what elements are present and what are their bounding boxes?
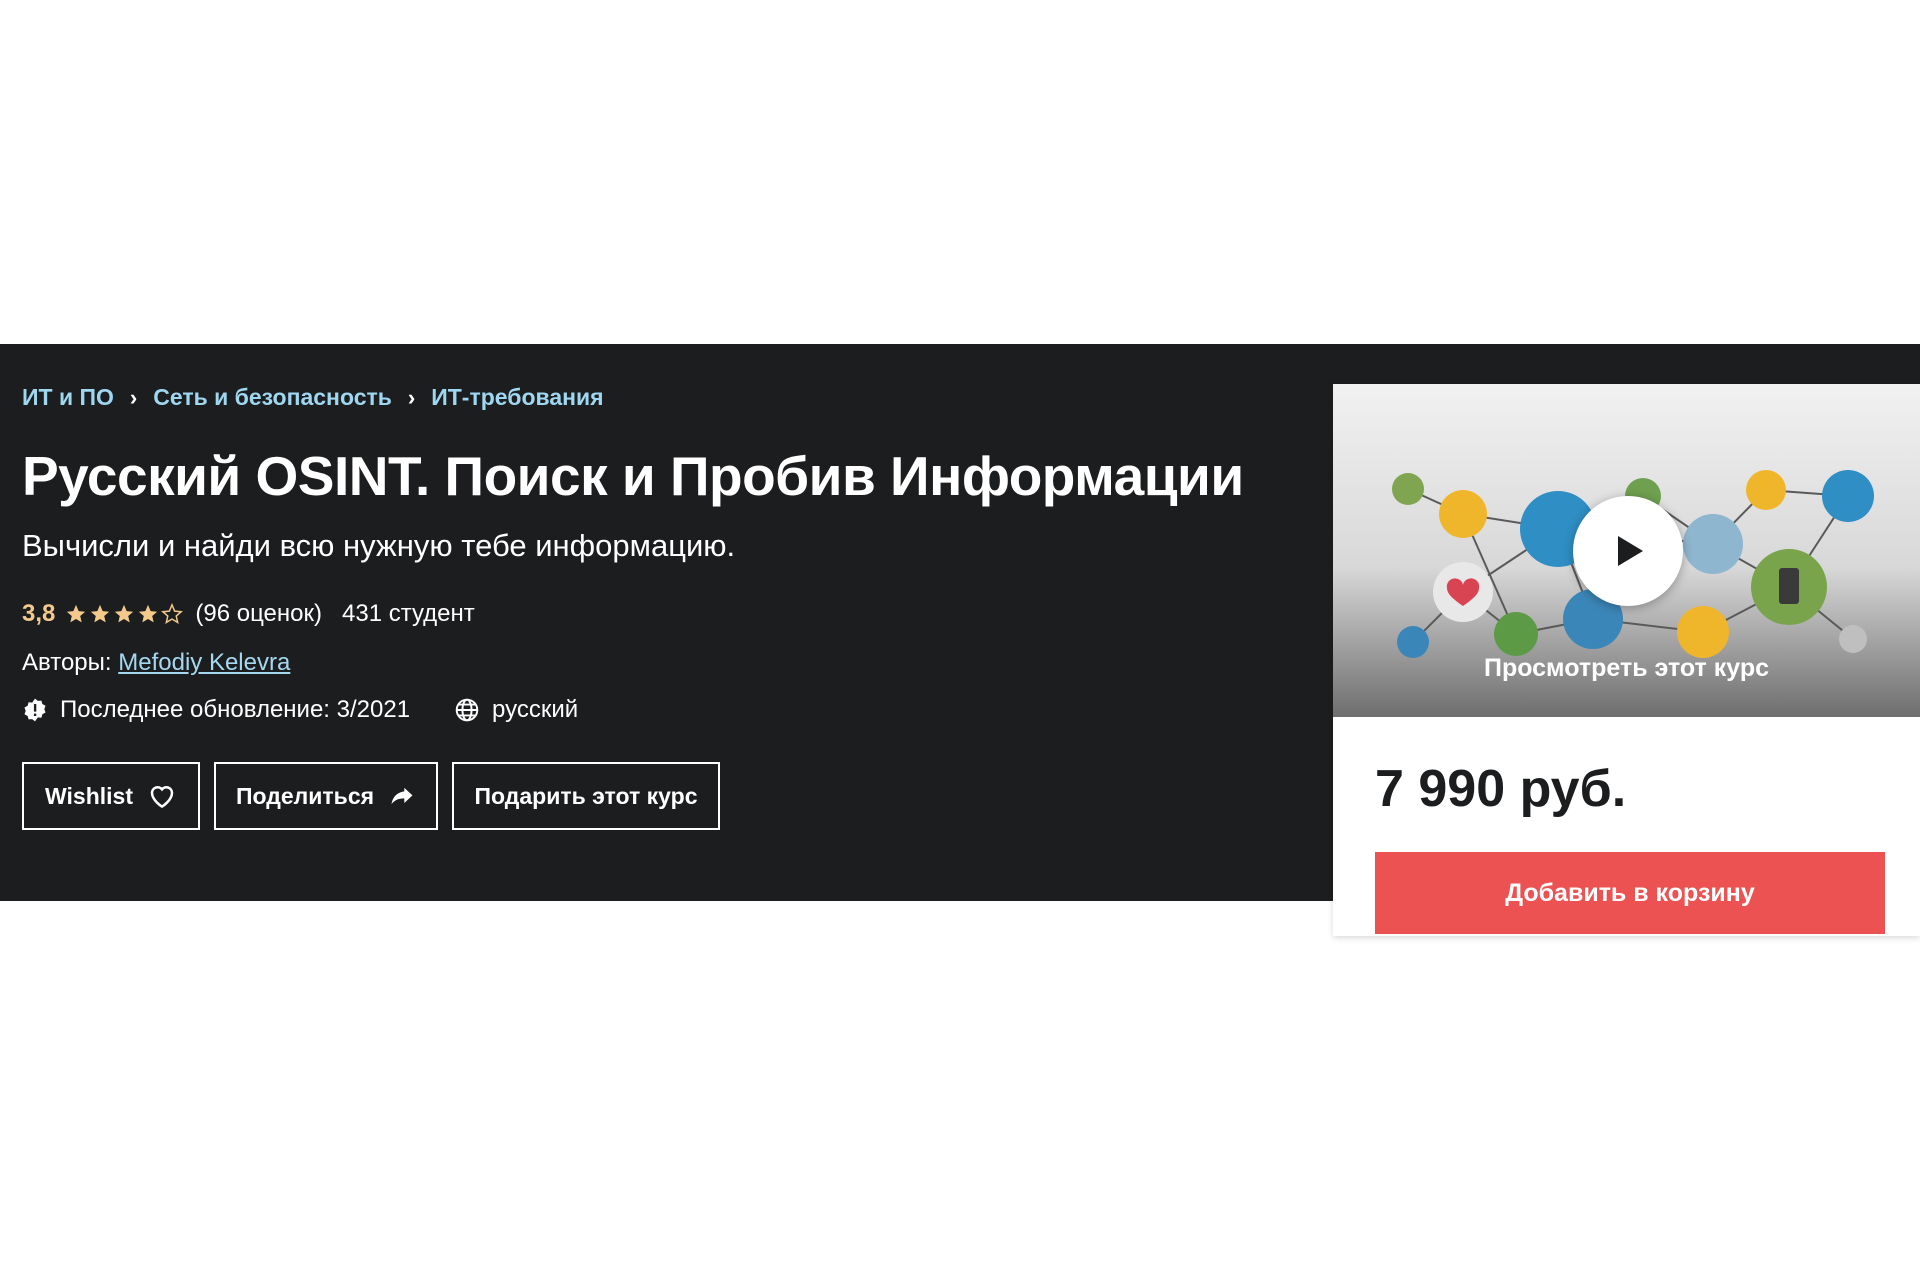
ratings-count[interactable]: (96 оценок) — [195, 600, 322, 628]
author-link[interactable]: Mefodiy Kelevra — [118, 649, 290, 676]
course-subtitle: Вычисли и найди всю нужную тебе информац… — [22, 528, 736, 563]
rating-stars — [65, 603, 184, 625]
play-button[interactable] — [1573, 496, 1683, 606]
breadcrumb-item-it[interactable]: ИТ и ПО — [22, 384, 114, 411]
authors-label: Авторы: — [22, 649, 112, 676]
course-language: русский — [492, 696, 579, 723]
gift-label: Подарить этот курс — [474, 782, 698, 809]
course-preview[interactable]: Просмотреть этот курс — [1333, 384, 1920, 717]
students-count: 431 студент — [342, 600, 475, 627]
rating-value: 3,8 — [22, 600, 56, 627]
authors-row: Авторы: Mefodiy Kelevra — [22, 649, 290, 677]
add-to-cart-button[interactable]: Добавить в корзину — [1375, 852, 1885, 934]
last-updated: Последнее обновление: 3/2021 — [60, 696, 411, 723]
preview-label: Просмотреть этот курс — [1483, 654, 1770, 682]
chevron-right-icon: › — [407, 384, 416, 410]
purchase-card: Просмотреть этот курс 7 990 руб. Добавит… — [1333, 384, 1920, 936]
wishlist-label: Wishlist — [45, 782, 133, 809]
star-icon — [91, 604, 110, 623]
share-arrow-icon — [391, 787, 413, 805]
breadcrumb-item-network-security[interactable]: Сеть и безопасность — [153, 384, 392, 411]
play-icon — [1618, 536, 1643, 566]
share-button[interactable]: Поделиться — [214, 762, 438, 830]
course-title: Русский OSINT. Поиск и Пробив Информации — [22, 445, 1244, 507]
wishlist-button[interactable]: Wishlist — [22, 762, 200, 830]
heart-icon — [150, 786, 174, 809]
gift-course-button[interactable]: Подарить этот курс — [452, 762, 720, 830]
breadcrumb: ИТ и ПО › Сеть и безопасность › ИТ-требо… — [22, 384, 604, 411]
alert-icon — [24, 698, 46, 722]
breadcrumb-item-it-requirements[interactable]: ИТ-требования — [431, 384, 603, 411]
star-empty-icon — [161, 603, 184, 624]
course-price: 7 990 руб. — [1375, 760, 1627, 818]
star-icon — [67, 604, 86, 623]
globe-icon — [455, 698, 479, 722]
star-icon — [115, 604, 134, 623]
chevron-right-icon: › — [129, 384, 138, 410]
rating-row: 3,8 (96 оценок) 431 студент — [22, 600, 475, 628]
share-label: Поделиться — [236, 782, 375, 809]
star-icon — [139, 604, 158, 623]
meta-row: Последнее обновление: 3/2021 русский — [22, 696, 578, 724]
action-buttons: Wishlist Поделиться Подарить этот курс — [22, 762, 720, 830]
